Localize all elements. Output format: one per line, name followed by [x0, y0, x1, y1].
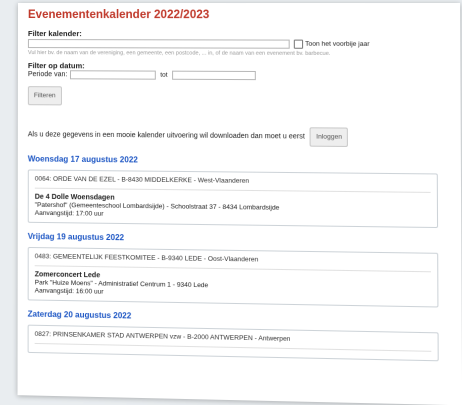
show-past-year-checkbox[interactable] — [293, 39, 304, 49]
event-date-heading: Woensdag 17 augustus 2022 — [27, 154, 138, 165]
download-info-text: Als u deze gegevens in een mooie kalende… — [27, 131, 305, 141]
filter-calendar-label: Filter kalender: — [27, 29, 82, 39]
page-title: Evenementenkalender 2022/2023 — [27, 9, 210, 22]
event-date-heading: Zaterdag 20 augustus 2022 — [27, 309, 132, 321]
event-card[interactable]: 0827: PRINSENKAMER STAD ANTWERPEN vzw - … — [27, 324, 439, 362]
event-card[interactable]: 0483: GEMEENTELIJK FEESTKOMITEE - B-9340… — [27, 246, 439, 308]
period-from-label: Periode van: — [27, 71, 68, 79]
login-button[interactable]: Inloggen — [309, 127, 349, 147]
period-to-label: tot — [160, 71, 168, 79]
event-organizer: 0064: ORDE VAN DE EZEL - B-8430 MIDDELKE… — [34, 175, 431, 193]
filter-hint: Vul hier bv. de naam van de vereniging, … — [27, 50, 331, 57]
event-date-heading: Vrijdag 19 augustus 2022 — [27, 231, 125, 243]
calendar-page: Evenementenkalender 2022/2023 Filter kal… — [17, 3, 462, 405]
filter-button[interactable]: Filteren — [27, 86, 62, 106]
date-from-input[interactable] — [70, 70, 157, 80]
date-to-input[interactable] — [171, 70, 256, 81]
show-past-year-label: Toon het voorbije jaar — [305, 40, 370, 48]
event-organizer: 0827: PRINSENKAMER STAD ANTWERPEN vzw - … — [34, 330, 432, 352]
event-card[interactable]: 0064: ORDE VAN DE EZEL - B-8430 MIDDELKE… — [27, 169, 439, 229]
event-list: Woensdag 17 augustus 2022 0064: ORDE VAN… — [27, 154, 452, 362]
calendar-filter-input[interactable] — [27, 39, 290, 49]
event-organizer: 0483: GEMEENTELIJK FEESTKOMITEE - B-9340… — [34, 253, 431, 273]
